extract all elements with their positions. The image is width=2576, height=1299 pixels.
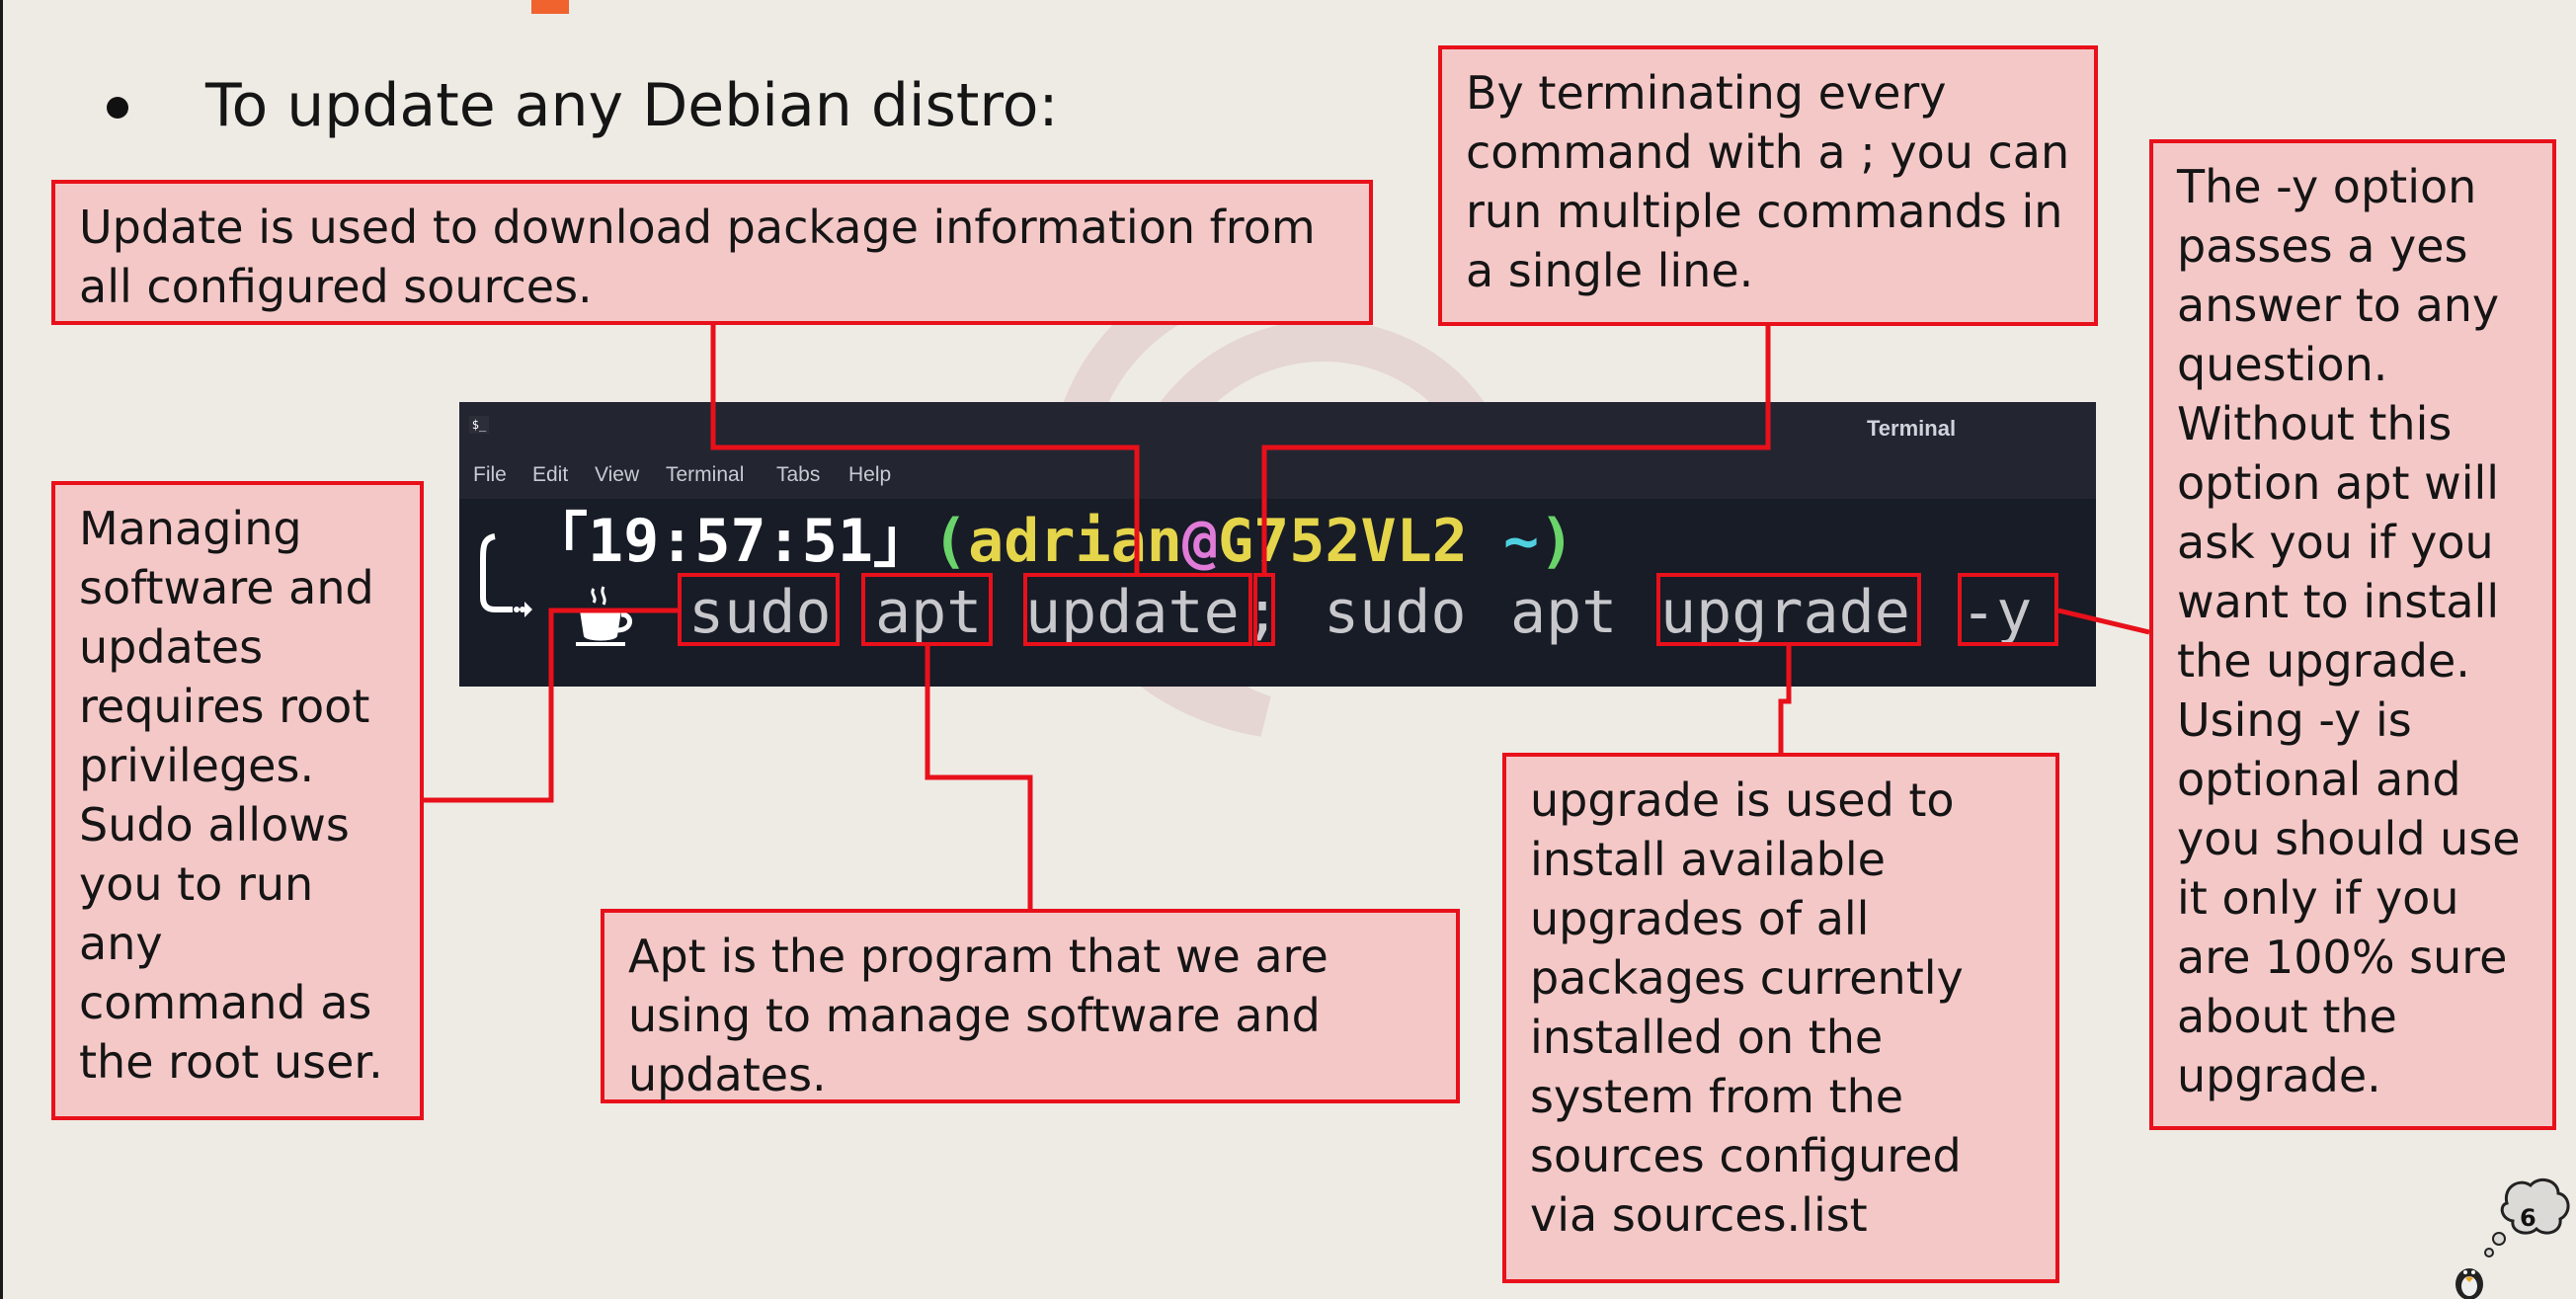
callout-upgrade: upgrade is used to install available upg… [1502,753,2059,1283]
highlight-semicolon [1253,573,1275,646]
prompt-user: adrian [968,507,1182,576]
prompt-open-paren: ( [931,507,969,576]
menu-terminal[interactable]: Terminal [666,463,744,487]
bullet-point [107,97,128,119]
highlight-upgrade [1656,573,1921,646]
cmd-token-apt-2: apt [1510,578,1618,647]
terminal-title: Terminal [1867,416,1957,441]
menu-tabs[interactable]: Tabs [776,463,820,487]
menu-file[interactable]: File [473,463,507,487]
highlight-update [1023,573,1252,646]
slide-left-edge [0,0,3,1299]
callout-yes-option: The -y option passes a yes answer to any… [2149,139,2556,1130]
terminal-menubar: File Edit View Terminal Tabs Help [459,451,2096,499]
callout-apt-text: Apt is the program that we are using to … [628,930,1328,1101]
prompt-at: @ [1181,507,1218,576]
callout-semicolon: By terminating every command with a ; yo… [1438,45,2098,326]
callout-upgrade-text: upgrade is used to install available upg… [1530,773,1964,1242]
coffee-cup-icon [576,586,632,646]
penguin-thought-bubble-icon [2455,1177,2570,1299]
prompt-line: 「19:57:51」(adrian@G752VL2 ~) [528,507,1574,576]
corner-arrow-icon [480,533,532,617]
callout-semicolon-text: By terminating every command with a ; yo… [1466,66,2070,297]
menu-edit[interactable]: Edit [532,463,568,487]
highlight-yes-flag [1958,573,2058,646]
menu-view[interactable]: View [595,463,639,487]
slide-top-accent [531,0,569,14]
prompt-close-paren: ) [1539,507,1575,576]
prompt-time: 「19:57:51」 [528,507,932,576]
highlight-sudo [678,573,840,646]
cmd-token-sudo-2: sudo [1324,578,1467,647]
prompt-host: G752VL2 [1217,507,1468,576]
menu-help[interactable]: Help [848,463,891,487]
callout-apt: Apt is the program that we are using to … [601,909,1460,1103]
callout-update: Update is used to download package infor… [51,180,1373,325]
terminal-app-icon: $_ [469,416,489,434]
callout-sudo: Managing software and updates requires r… [51,481,424,1120]
slide-heading: To update any Debian distro: [205,71,1059,140]
highlight-apt [861,573,993,646]
prompt-tilde: ~ [1467,507,1540,576]
callout-update-text: Update is used to download package infor… [79,201,1316,313]
terminal-titlebar[interactable]: $_ Terminal [459,402,2096,451]
callout-sudo-text: Managing software and updates requires r… [79,502,383,1089]
callout-yes-option-text: The -y option passes a yes answer to any… [2177,160,2521,1102]
page-number: 6 [2520,1204,2536,1232]
